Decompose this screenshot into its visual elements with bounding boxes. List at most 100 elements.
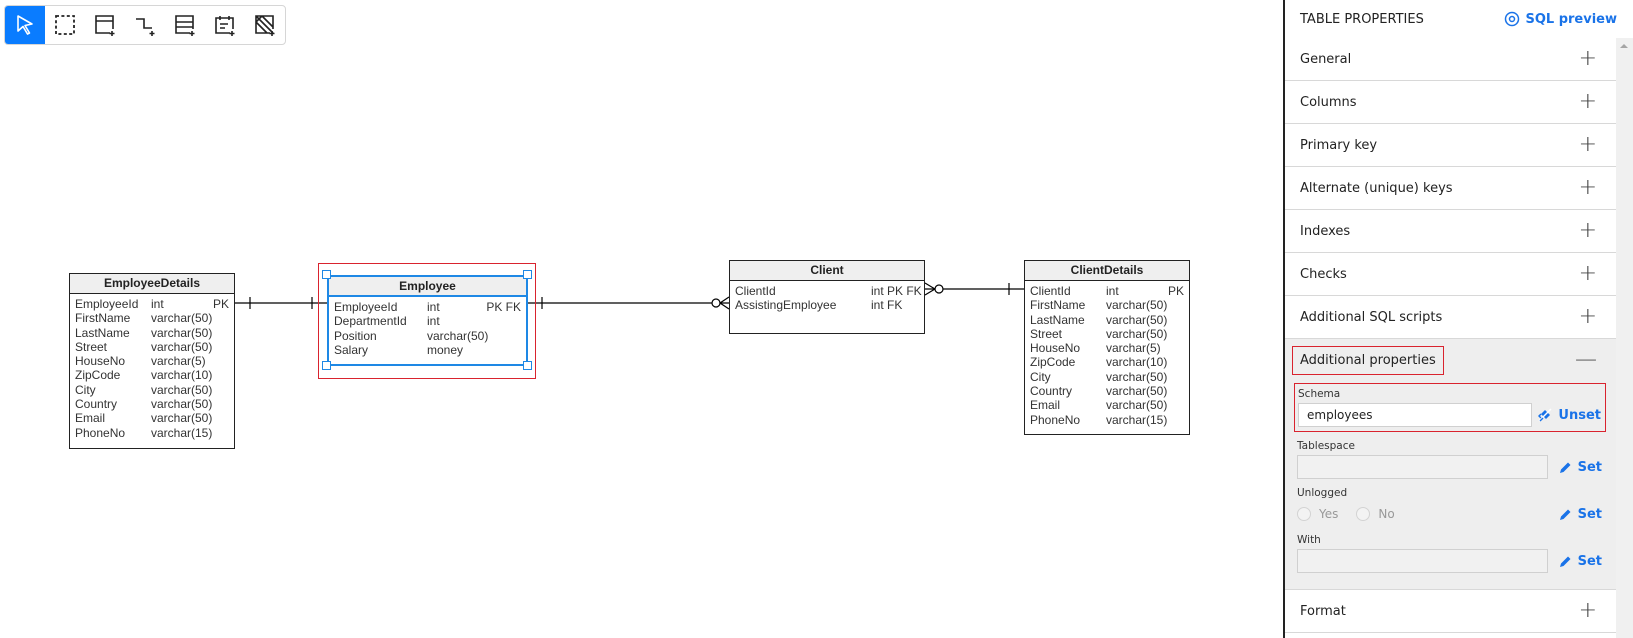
column-name: HouseNo — [1030, 341, 1081, 356]
add-area-tool[interactable] — [245, 6, 285, 44]
column-row[interactable]: AssistingEmployee int FK — [735, 298, 919, 312]
relationship-employee-client[interactable] — [528, 296, 730, 310]
column-row[interactable]: Country varchar(50) — [1030, 384, 1184, 398]
column-type: varchar(10) — [1106, 355, 1168, 370]
column-name: Country — [75, 397, 118, 412]
column-row[interactable]: DepartmentId int — [334, 314, 521, 328]
marquee-tool[interactable] — [45, 6, 85, 44]
column-row[interactable]: PhoneNo varchar(15) — [1030, 413, 1184, 427]
column-type: int — [427, 300, 440, 314]
expand-icon[interactable]: + — [1579, 306, 1597, 328]
resize-handle-top-right[interactable] — [523, 270, 532, 279]
expand-icon[interactable]: + — [1579, 134, 1597, 156]
section-header[interactable]: Alternate (unique) keys + — [1285, 167, 1616, 209]
resize-handle-bottom-left[interactable] — [322, 361, 331, 370]
section-format[interactable]: Format + — [1285, 590, 1616, 633]
expand-icon[interactable]: + — [1579, 220, 1597, 242]
column-name: Position — [334, 328, 377, 343]
add-table-tool[interactable] — [85, 6, 125, 44]
table-properties-panel: TABLE PROPERTIES SQL preview General + Co… — [1283, 0, 1633, 638]
unlogged-no-option[interactable]: No — [1356, 507, 1395, 521]
section-checks[interactable]: Checks + — [1285, 253, 1616, 296]
with-set-button[interactable]: Set — [1559, 554, 1602, 569]
radio-yes[interactable] — [1297, 507, 1311, 521]
section-header[interactable]: Indexes + — [1285, 210, 1616, 252]
expand-icon[interactable]: + — [1579, 91, 1597, 113]
column-row[interactable]: FirstName varchar(50) — [1030, 298, 1184, 312]
expand-icon[interactable]: + — [1579, 600, 1597, 622]
column-type: varchar(50) — [151, 311, 213, 326]
section-header[interactable]: Columns + — [1285, 81, 1616, 123]
column-row[interactable]: Salary money — [334, 343, 521, 357]
dashed-rectangle-icon — [55, 15, 75, 35]
add-view-tool[interactable] — [165, 6, 205, 44]
unlogged-yes-option[interactable]: Yes — [1297, 507, 1338, 521]
column-row[interactable]: LastName varchar(50) — [1030, 313, 1184, 327]
add-relationship-tool[interactable] — [125, 6, 165, 44]
resize-handle-bottom-right[interactable] — [523, 361, 532, 370]
column-row[interactable]: ZipCode varchar(10) — [75, 368, 229, 382]
column-row[interactable]: FirstName varchar(50) — [75, 311, 229, 325]
table-employee-details[interactable]: EmployeeDetails EmployeeId int PK FirstName… — [69, 273, 235, 449]
column-name: ZipCode — [75, 368, 121, 383]
column-row[interactable]: LastName varchar(50) — [75, 326, 229, 340]
diagram-canvas[interactable]: EmployeeDetails EmployeeId int PK FirstName… — [0, 0, 1283, 638]
column-row[interactable]: City varchar(50) — [1030, 370, 1184, 384]
add-note-tool[interactable] — [205, 6, 245, 44]
column-row[interactable]: Street varchar(50) — [1030, 327, 1184, 341]
table-title: Employee — [329, 277, 526, 297]
column-row[interactable]: Country varchar(50) — [75, 397, 229, 411]
section-general[interactable]: General + — [1285, 38, 1616, 81]
schema-unset-button[interactable]: Unset — [1538, 408, 1601, 423]
section-header[interactable]: Checks + — [1285, 253, 1616, 295]
column-row[interactable]: EmployeeId int PK FK — [334, 300, 521, 314]
section-header[interactable]: Additional SQL scripts + — [1285, 296, 1616, 338]
unlogged-set-button[interactable]: Set — [1559, 507, 1602, 522]
section-indexes[interactable]: Indexes + — [1285, 210, 1616, 253]
resize-handle-top-left[interactable] — [322, 270, 331, 279]
section-additional-sql-scripts[interactable]: Additional SQL scripts + — [1285, 296, 1616, 339]
relationship-empdetails-employee[interactable] — [235, 297, 327, 309]
select-tool[interactable] — [5, 6, 45, 44]
column-row[interactable]: ZipCode varchar(10) — [1030, 355, 1184, 369]
section-header[interactable]: Format + — [1285, 590, 1616, 632]
section-header[interactable]: Additional properties — — [1285, 339, 1616, 381]
column-row[interactable]: Street varchar(50) — [75, 340, 229, 354]
collapse-icon[interactable]: — — [1575, 349, 1597, 371]
table-columns: EmployeeId int PK FirstName varchar(50) LastN… — [70, 294, 234, 450]
section-alternate-keys[interactable]: Alternate (unique) keys + — [1285, 167, 1616, 210]
table-employee[interactable]: Employee EmployeeId int PK FK DepartmentId i… — [327, 275, 528, 366]
column-row[interactable]: Email varchar(50) — [75, 411, 229, 425]
many-marker — [719, 296, 730, 310]
section-header[interactable]: Primary key + — [1285, 124, 1616, 166]
radio-no[interactable] — [1356, 507, 1371, 521]
tablespace-set-button[interactable]: Set — [1559, 460, 1602, 475]
section-header[interactable]: General + — [1285, 38, 1616, 80]
with-input[interactable] — [1297, 549, 1548, 573]
column-row[interactable]: Email varchar(50) — [1030, 398, 1184, 412]
sql-preview-button[interactable]: SQL preview — [1504, 11, 1617, 27]
column-row[interactable]: Position varchar(50) — [334, 329, 521, 343]
scroll-up-arrow-icon[interactable] — [1620, 44, 1628, 48]
column-row[interactable]: ClientId int PK FK — [735, 284, 922, 298]
column-row[interactable]: PhoneNo varchar(15) — [75, 426, 229, 440]
table-client-details[interactable]: ClientDetails ClientId int PK FirstName varc… — [1024, 260, 1190, 435]
expand-icon[interactable]: + — [1579, 177, 1597, 199]
column-type: varchar(50) — [1106, 369, 1168, 384]
column-row[interactable]: EmployeeId int PK — [75, 297, 229, 311]
column-row[interactable]: HouseNo varchar(5) — [75, 354, 229, 368]
section-columns[interactable]: Columns + — [1285, 81, 1616, 124]
column-row[interactable]: City varchar(50) — [75, 383, 229, 397]
panel-scrollbar[interactable] — [1616, 38, 1633, 638]
section-primary-key[interactable]: Primary key + — [1285, 124, 1616, 167]
table-client[interactable]: Client ClientId int PK FK AssistingEmploye… — [729, 260, 925, 334]
tablespace-label: Tablespace — [1297, 440, 1355, 452]
expand-icon[interactable]: + — [1579, 48, 1597, 70]
column-name: Email — [75, 411, 106, 426]
tablespace-input[interactable] — [1297, 455, 1548, 479]
expand-icon[interactable]: + — [1579, 263, 1597, 285]
column-row[interactable]: HouseNo varchar(5) — [1030, 341, 1184, 355]
schema-input[interactable] — [1298, 403, 1532, 427]
relationship-client-clientdetails[interactable] — [924, 282, 1024, 296]
column-row[interactable]: ClientId int PK — [1030, 284, 1184, 298]
